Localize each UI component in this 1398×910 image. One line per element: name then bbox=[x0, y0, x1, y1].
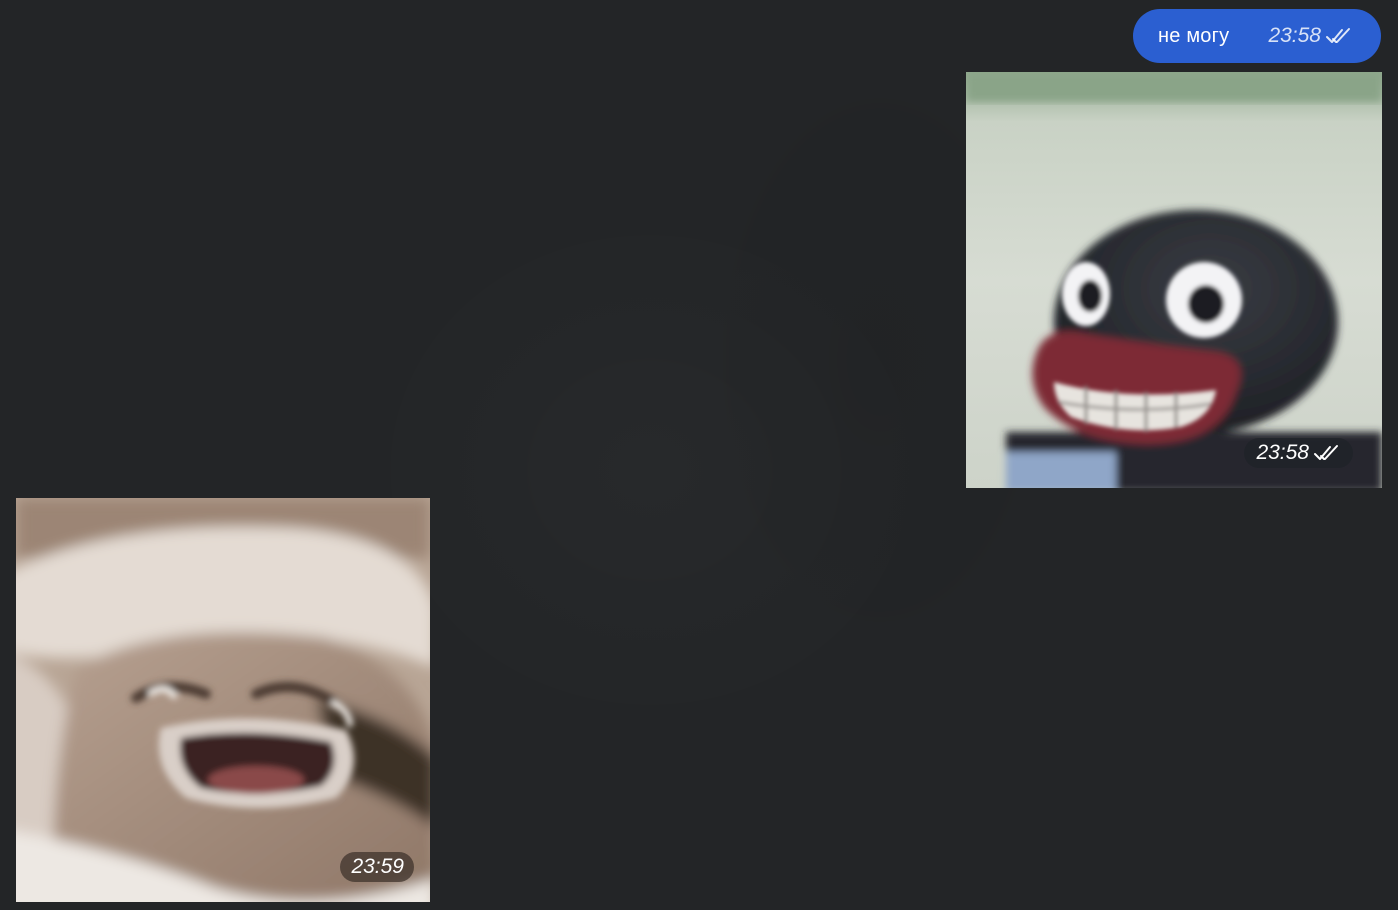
pingu-grinning-sticker bbox=[966, 72, 1382, 488]
outgoing-sticker-message[interactable]: 23:58 bbox=[966, 72, 1382, 488]
message-meta: 23:58 bbox=[1268, 24, 1355, 48]
double-check-icon bbox=[1313, 444, 1343, 462]
message-time: 23:58 bbox=[1268, 24, 1321, 47]
message-time: 23:59 bbox=[351, 855, 404, 878]
message-time: 23:58 bbox=[1256, 441, 1309, 464]
incoming-sticker-message[interactable]: 23:59 bbox=[16, 498, 430, 902]
outgoing-text-message[interactable]: не могу 23:58 bbox=[1133, 9, 1381, 63]
sticker-time-pill: 23:58 bbox=[1244, 438, 1353, 468]
crying-face-sticker bbox=[16, 498, 430, 902]
sticker-time-pill: 23:59 bbox=[340, 852, 414, 882]
double-check-icon bbox=[1325, 27, 1355, 45]
message-text: не могу bbox=[1158, 24, 1230, 47]
